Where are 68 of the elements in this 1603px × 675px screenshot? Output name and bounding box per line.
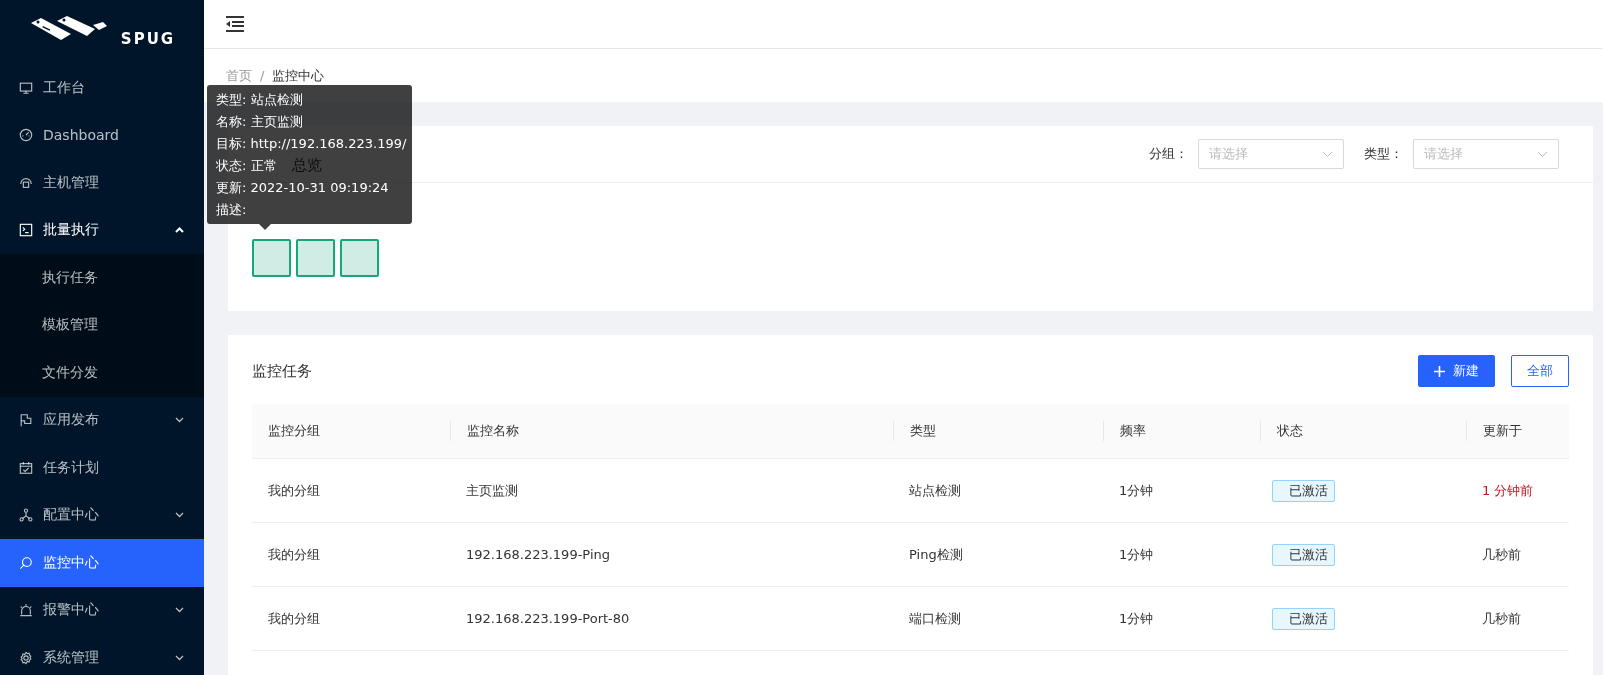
breadcrumb-item: 监控中心 bbox=[272, 66, 325, 85]
table-cell-text: 几秒前 bbox=[1481, 609, 1522, 628]
status-tile[interactable] bbox=[340, 239, 379, 277]
table-cell-text: 192.168.223.199-Ping bbox=[465, 547, 611, 562]
table-cell-text: 我的分组 bbox=[267, 609, 321, 628]
menu-item[interactable]: 系统管理 bbox=[0, 634, 204, 675]
table-cell-text: 几秒前 bbox=[1481, 545, 1522, 564]
menu-item[interactable]: 报警中心 bbox=[0, 586, 204, 634]
table-cell-text: 192.168.223.199-Port-80 bbox=[465, 611, 631, 626]
menu-item[interactable]: 配置中心 bbox=[0, 491, 204, 539]
status-tag: 已激活 bbox=[1272, 607, 1335, 630]
menu-icon bbox=[19, 650, 33, 665]
tooltip-line: 名称: 主页监测 bbox=[216, 113, 303, 131]
tooltip-line: 更新: 2022-10-31 09:19:24 bbox=[216, 179, 389, 197]
submenu-item[interactable]: 执行任务 bbox=[0, 254, 204, 302]
menu-item[interactable]: 监控中心 bbox=[0, 539, 204, 587]
table-cell-text: 1分钟 bbox=[1118, 481, 1155, 500]
filter-label: 分组： bbox=[1149, 145, 1188, 163]
tooltip-line: 状态: 正常 bbox=[216, 157, 277, 175]
filter-label: 类型： bbox=[1364, 145, 1403, 163]
menu-icon bbox=[19, 80, 33, 95]
menu-item[interactable]: Dashboard bbox=[0, 111, 204, 159]
status-tile[interactable] bbox=[296, 239, 335, 277]
status-tag: 已激活 bbox=[1272, 479, 1335, 502]
menu-item[interactable]: 主机管理 bbox=[0, 159, 204, 207]
tooltip-line: 类型: 站点检测 bbox=[216, 91, 303, 109]
table-cell-text: 站点检测 bbox=[908, 481, 962, 500]
column-header: 类型 bbox=[893, 421, 1103, 441]
menu-item[interactable]: 批量执行 bbox=[0, 206, 204, 254]
menu-icon bbox=[19, 128, 33, 143]
menu-icon bbox=[19, 223, 33, 238]
breadcrumb-separator: / bbox=[260, 68, 265, 83]
table-cell-text: 1分钟 bbox=[1118, 545, 1155, 564]
chevron-down-icon bbox=[1537, 150, 1548, 158]
tooltip-line: 描述: bbox=[216, 201, 247, 219]
menu-icon bbox=[19, 508, 33, 523]
menu-item[interactable]: 应用发布 bbox=[0, 396, 204, 444]
menu-item[interactable]: 任务计划 bbox=[0, 444, 204, 492]
new-button[interactable]: 新建 bbox=[1418, 355, 1495, 387]
table-cell-text: Ping检测 bbox=[908, 545, 964, 564]
menu-icon bbox=[19, 413, 33, 428]
plus-icon bbox=[1434, 365, 1445, 377]
table-cell-text: 主页监测 bbox=[465, 481, 519, 500]
card-title: 监控任务 bbox=[252, 361, 312, 380]
filter-button[interactable]: 全部 bbox=[1511, 355, 1569, 387]
submenu-item[interactable]: 文件分发 bbox=[0, 349, 204, 397]
column-header: 监控分组 bbox=[267, 422, 321, 440]
menu-icon bbox=[19, 175, 33, 190]
column-header: 状态 bbox=[1260, 421, 1466, 441]
table-cell-text: 端口检测 bbox=[908, 609, 962, 628]
status-tile[interactable] bbox=[252, 239, 291, 277]
column-header: 监控名称 bbox=[450, 421, 893, 441]
submenu-item[interactable]: 模板管理 bbox=[0, 301, 204, 349]
chevron-down-icon bbox=[1322, 150, 1333, 158]
logo-text: SPUG bbox=[120, 30, 176, 48]
table-cell-text: 我的分组 bbox=[267, 545, 321, 564]
column-header: 频率 bbox=[1103, 421, 1260, 441]
menu-item[interactable]: 工作台 bbox=[0, 64, 204, 112]
menu-fold-icon[interactable] bbox=[226, 16, 244, 32]
table-cell-text: 1 分钟前 bbox=[1481, 481, 1535, 500]
table-cell-text: 1分钟 bbox=[1118, 609, 1155, 628]
status-tag: 已激活 bbox=[1272, 543, 1335, 566]
menu-icon bbox=[19, 555, 33, 570]
column-header: 更新于 bbox=[1466, 421, 1569, 441]
menu-icon bbox=[19, 603, 33, 618]
table-cell-text: 我的分组 bbox=[267, 481, 321, 500]
tooltip-line: 目标: http://192.168.223.199/ bbox=[216, 135, 407, 153]
menu-icon bbox=[19, 460, 33, 475]
